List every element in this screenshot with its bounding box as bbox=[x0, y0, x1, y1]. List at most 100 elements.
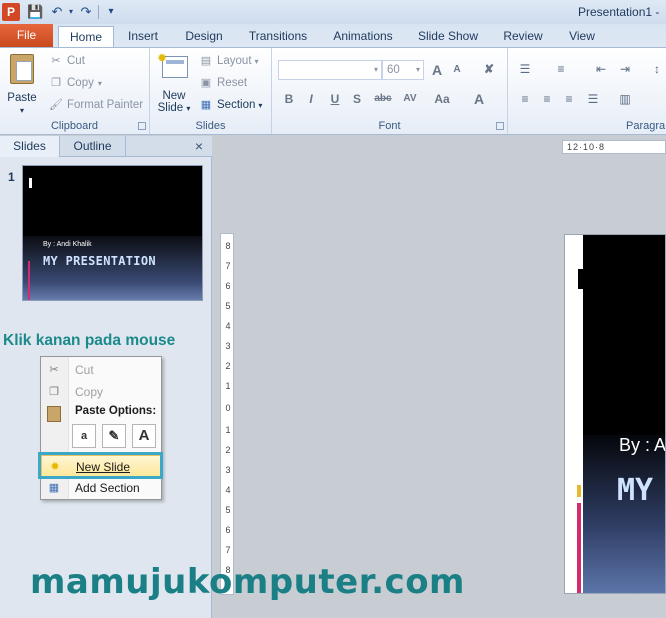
section-button[interactable]: ▦ Section ▾ bbox=[198, 95, 263, 115]
customize-quick-access-icon[interactable]: ▾ bbox=[103, 4, 119, 20]
tab-home[interactable]: Home bbox=[58, 26, 114, 47]
brush-icon: 🖌 bbox=[49, 98, 63, 111]
strikethrough-button[interactable]: abc bbox=[370, 90, 396, 108]
numbering-icon[interactable]: ≡ bbox=[552, 60, 570, 78]
justify-icon[interactable]: ☰ bbox=[584, 90, 602, 108]
ruler-label: 6 bbox=[225, 525, 231, 535]
slide-canvas[interactable]: By : A MY bbox=[564, 234, 666, 594]
tab-transitions[interactable]: Transitions bbox=[242, 26, 314, 47]
title-bar: P 💾 ↶ ▾ ↷ ▾ Presentation1 - bbox=[0, 0, 666, 24]
layout-button[interactable]: ▤ Layout ▾ bbox=[198, 51, 259, 71]
tab-slide-show[interactable]: Slide Show bbox=[412, 26, 484, 47]
slide-thumbnail[interactable]: By : Andi Khalik MY PRESENTATION bbox=[22, 165, 203, 301]
paste-keep-source-formatting-icon[interactable]: ✎ bbox=[102, 424, 126, 448]
section-label: Section bbox=[217, 99, 256, 111]
copy-button[interactable]: ❐ Copy ▾ bbox=[48, 73, 102, 93]
font-group-label: Font bbox=[378, 120, 401, 132]
thumbnail-accent-bar bbox=[28, 261, 30, 300]
columns-icon[interactable]: ▥ bbox=[616, 90, 634, 108]
font-name-combo[interactable]: ▾ bbox=[278, 60, 382, 80]
menu-item-add-section[interactable]: ▦ Add Section bbox=[41, 477, 161, 499]
clear-formatting-icon[interactable]: ✘ bbox=[480, 60, 498, 78]
tab-file[interactable]: File bbox=[0, 24, 53, 47]
thumbnail-title: MY PRESENTATION bbox=[43, 254, 156, 268]
copy-icon: ❐ bbox=[49, 386, 59, 398]
decrease-indent-icon[interactable]: ⇤ bbox=[592, 60, 610, 78]
tab-slides[interactable]: Slides bbox=[0, 136, 60, 157]
reset-button[interactable]: ▣ Reset bbox=[198, 73, 247, 93]
chevron-down-icon: ▾ bbox=[19, 106, 24, 115]
clipboard-icon bbox=[47, 406, 61, 422]
ruler-label: 2 bbox=[225, 445, 231, 455]
ruler-label: 4 bbox=[225, 321, 231, 331]
shrink-font-button[interactable]: A bbox=[448, 61, 466, 79]
chevron-down-icon: ▾ bbox=[415, 65, 420, 74]
shadow-button[interactable]: S bbox=[348, 90, 366, 108]
bullets-icon[interactable]: ☰ bbox=[516, 60, 534, 78]
change-case-button[interactable]: Aa bbox=[430, 90, 454, 108]
chevron-down-icon: ▾ bbox=[97, 79, 102, 88]
align-left-icon[interactable]: ≡ bbox=[516, 90, 534, 108]
powerpoint-logo-icon[interactable]: P bbox=[2, 3, 20, 21]
save-icon[interactable]: 💾 bbox=[27, 4, 43, 20]
line-spacing-icon[interactable]: ↕ bbox=[648, 60, 666, 78]
slide-number: 1 bbox=[8, 170, 15, 184]
tab-view[interactable]: View bbox=[560, 26, 604, 47]
character-spacing-button[interactable]: AV bbox=[398, 90, 422, 108]
menu-item-copy[interactable]: ❐ Copy bbox=[41, 381, 161, 403]
new-slide-button[interactable]: ✹ New Slide ▾ bbox=[154, 51, 194, 115]
tab-design[interactable]: Design bbox=[178, 26, 230, 47]
underline-button[interactable]: U bbox=[326, 90, 344, 108]
new-slide-label-line2: Slide ▾ bbox=[154, 102, 194, 115]
section-icon: ▦ bbox=[200, 98, 212, 111]
tab-animations[interactable]: Animations bbox=[326, 26, 400, 47]
font-size-value: 60 bbox=[387, 64, 400, 76]
clipboard-group: Paste ▾ ✂ Cut ❐ Copy ▾ 🖌 Format Painter Clip… bbox=[0, 48, 150, 134]
window-title: Presentation1 - bbox=[578, 5, 660, 19]
tab-outline[interactable]: Outline bbox=[60, 136, 126, 157]
align-center-icon[interactable]: ≡ bbox=[538, 90, 556, 108]
chevron-down-icon: ▾ bbox=[254, 57, 259, 66]
clipboard-group-label: Clipboard bbox=[50, 120, 99, 132]
paste-button[interactable]: Paste ▾ bbox=[4, 52, 40, 115]
layout-icon: ▤ bbox=[200, 54, 212, 67]
redo-icon[interactable]: ↷ bbox=[78, 4, 94, 20]
font-group: ▾ 60 ▾ A A ✘ B I U S abc AV Aa A Font bbox=[272, 48, 508, 134]
align-right-icon[interactable]: ≡ bbox=[560, 90, 578, 108]
dialog-launcher-icon[interactable] bbox=[496, 122, 504, 130]
cut-button[interactable]: ✂ Cut bbox=[48, 51, 85, 71]
paste-label: Paste bbox=[7, 92, 37, 104]
ruler-label: 5 bbox=[225, 301, 231, 311]
paste-options-header: Paste Options: bbox=[75, 405, 157, 417]
chevron-down-icon: ▾ bbox=[373, 65, 378, 74]
close-icon[interactable]: × bbox=[191, 138, 207, 154]
paragraph-group: ☰ ≡ ⇤ ⇥ ↕ ≡ ≡ ≡ ☰ ▥ Paragra bbox=[508, 48, 666, 134]
tab-review[interactable]: Review bbox=[496, 26, 550, 47]
grow-font-button[interactable]: A bbox=[428, 61, 446, 79]
font-size-combo[interactable]: 60 ▾ bbox=[382, 60, 424, 80]
paste-use-destination-theme-icon[interactable]: a bbox=[72, 424, 96, 448]
tab-insert[interactable]: Insert bbox=[120, 26, 166, 47]
reset-icon: ▣ bbox=[200, 76, 212, 89]
font-color-button[interactable]: A bbox=[470, 90, 488, 108]
ruler-label: 5 bbox=[225, 505, 231, 515]
slides-group: ✹ New Slide ▾ ▤ Layout ▾ ▣ Reset ▦ Section ▾ … bbox=[150, 48, 272, 134]
ribbon-tabs: File Home Insert Design Transitions Anim… bbox=[0, 24, 666, 47]
highlight-callout-frame bbox=[38, 452, 163, 479]
slides-group-label: Slides bbox=[195, 120, 226, 132]
cut-label: Cut bbox=[67, 55, 85, 67]
slide-title[interactable]: MY bbox=[617, 473, 653, 508]
increase-indent-icon[interactable]: ⇥ bbox=[616, 60, 634, 78]
thumbnail-byline: By : Andi Khalik bbox=[43, 241, 92, 248]
bold-button[interactable]: B bbox=[280, 90, 298, 108]
chevron-down-icon: ▾ bbox=[258, 101, 263, 110]
new-slide-icon: ✹ bbox=[157, 51, 188, 78]
italic-button[interactable]: I bbox=[302, 90, 320, 108]
menu-item-cut[interactable]: ✂ Cut bbox=[41, 359, 161, 381]
slide-byline[interactable]: By : A bbox=[619, 435, 665, 456]
undo-dropdown-icon[interactable]: ▾ bbox=[63, 4, 79, 20]
dialog-launcher-icon[interactable] bbox=[138, 122, 146, 130]
new-slide-label-line2-text: Slide bbox=[157, 102, 184, 114]
paste-keep-text-only-icon[interactable]: A bbox=[132, 424, 156, 448]
format-painter-button[interactable]: 🖌 Format Painter bbox=[48, 95, 143, 115]
